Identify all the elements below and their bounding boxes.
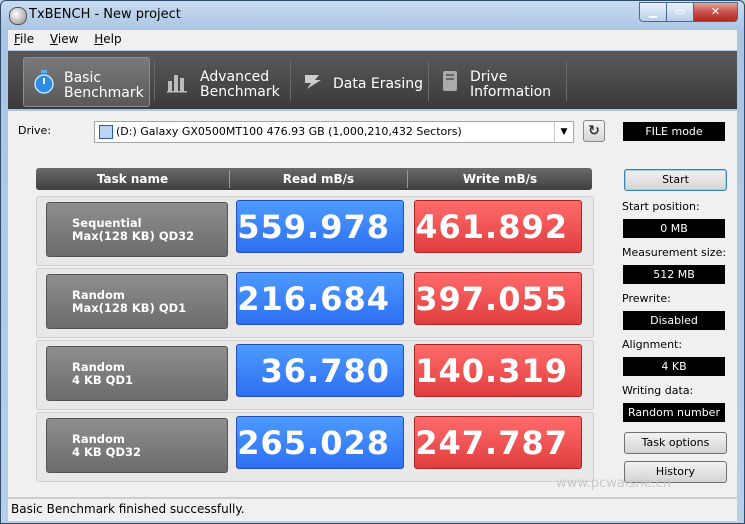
window-title: TxBENCH - New project [29,7,181,22]
close-button[interactable]: ✕ [694,2,738,22]
task-line2: Max(128 KB) QD1 [72,301,187,315]
main-toolbar: Basic Benchmark Advanced Benchmark Data … [8,51,737,109]
writing-data-value[interactable]: Random number [623,403,725,422]
table-row: Random 4 KB QD32 265.028 247.787 [36,412,594,482]
menu-view[interactable]: View [44,30,84,46]
tab-data-erasing[interactable]: Data Erasing [296,57,426,105]
alignment-label: Alignment: [622,338,683,351]
table-header: Task name Read mB/s Write mB/s [36,168,592,190]
app-icon [9,7,27,25]
main-panel: Drive: (D:) Galaxy GX0500MT100 476.93 GB… [8,111,737,497]
eraser-icon [305,75,321,89]
tab-drive-line2: Information [470,84,552,100]
task-button[interactable]: Sequential Max(128 KB) QD32 [46,202,228,257]
menu-bar: File View Help [8,30,737,50]
mode-badge: FILE mode [623,122,725,141]
read-value: 36.780 [236,344,404,397]
drive-label: Drive: [18,124,52,137]
drive-icon [443,71,457,91]
task-button[interactable]: Random Max(128 KB) QD1 [46,274,228,329]
start-position-value[interactable]: 0 MB [623,219,725,238]
bar-chart-icon [167,75,187,93]
tab-drive-line1: Drive [470,69,508,85]
read-value: 559.978 [236,200,404,253]
measurement-size-label: Measurement size: [622,246,727,259]
measurement-size-value[interactable]: 512 MB [623,265,725,284]
refresh-icon: ↻ [588,123,600,139]
tab-data-erasing-label: Data Erasing [333,76,424,92]
header-task-name: Task name [96,172,169,186]
stopwatch-icon [34,70,54,94]
chevron-down-icon[interactable]: ▼ [554,122,573,142]
header-write: Write mB/s [462,172,538,186]
tab-drive-information[interactable]: Drive Information [434,57,564,105]
app-window: TxBENCH - New project ▁ ▭ ✕ File View He… [0,0,745,524]
menu-file[interactable]: File [8,30,40,46]
refresh-button[interactable]: ↻ [583,120,605,142]
tab-basic-benchmark[interactable]: Basic Benchmark [23,57,150,107]
alignment-value[interactable]: 4 KB [623,357,725,376]
disk-icon [99,125,113,139]
title-bar[interactable]: TxBENCH - New project ▁ ▭ ✕ [1,1,744,29]
start-position-label: Start position: [622,200,700,213]
write-value: 140.319 [414,344,582,397]
maximize-button[interactable]: ▭ [667,2,694,22]
tab-advanced-line1: Advanced [200,69,270,85]
table-row: Random Max(128 KB) QD1 216.684 397.055 [36,268,594,338]
task-options-button[interactable]: Task options [624,432,727,454]
task-button[interactable]: Random 4 KB QD32 [46,418,228,473]
table-row: Sequential Max(128 KB) QD32 559.978 461.8… [36,196,594,266]
prewrite-value[interactable]: Disabled [623,311,725,330]
status-text: Basic Benchmark finished successfully. [11,502,245,516]
read-value: 216.684 [236,272,404,325]
task-line2: Max(128 KB) QD32 [72,229,195,243]
write-value: 397.055 [414,272,582,325]
writing-data-label: Writing data: [622,384,694,397]
menu-help[interactable]: Help [88,30,127,46]
prewrite-label: Prewrite: [622,292,671,305]
watermark-text: www.pcwaishe.cn [556,476,671,491]
read-value: 265.028 [236,416,404,469]
tab-basic-line2: Benchmark [64,85,144,101]
task-line2: 4 KB QD32 [72,445,142,459]
drive-select[interactable]: (D:) Galaxy GX0500MT100 476.93 GB (1,000… [94,121,574,143]
tab-basic-line1: Basic [64,70,102,86]
tab-advanced-line2: Benchmark [200,84,280,100]
task-button[interactable]: Random 4 KB QD1 [46,346,228,401]
table-row: Random 4 KB QD1 36.780 140.319 [36,340,594,410]
tab-advanced-benchmark[interactable]: Advanced Benchmark [160,57,288,105]
minimize-button[interactable]: ▁ [639,2,667,22]
drive-selected-value: (D:) Galaxy GX0500MT100 476.93 GB (1,000… [116,125,462,138]
header-read: Read mB/s [282,172,355,186]
write-value: 247.787 [414,416,582,469]
task-line2: 4 KB QD1 [72,373,134,387]
write-value: 461.892 [414,200,582,253]
start-button[interactable]: Start [624,169,727,191]
status-bar: Basic Benchmark finished successfully. [8,498,737,521]
